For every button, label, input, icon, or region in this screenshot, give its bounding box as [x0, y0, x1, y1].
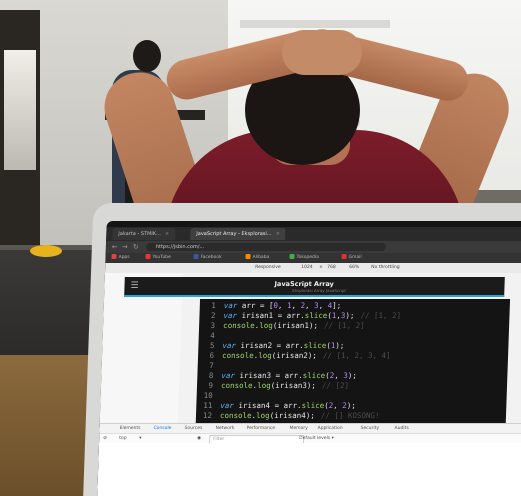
devtools-tab-memory[interactable]: Memory — [289, 425, 308, 433]
browser-tabstrip: Jakarta - STMIK... × JavaScript Array - E… — [106, 227, 521, 241]
bookmark-icon — [245, 254, 251, 259]
address-input[interactable]: https://jsbin.com/... — [145, 243, 387, 251]
bookmark-icon — [145, 254, 151, 259]
bookmark-icon — [289, 254, 295, 259]
projected-content — [240, 20, 390, 28]
page-title: JavaScript Array — [274, 280, 335, 288]
device-select[interactable]: Responsive — [255, 264, 281, 272]
console-output[interactable] — [96, 443, 521, 496]
log-levels-select[interactable]: Default levels ▾ — [299, 435, 334, 443]
bookmark-icon — [341, 254, 347, 259]
code-comment: // [1, 2, 3, 4] — [322, 351, 391, 360]
bookmark-item[interactable]: Tokopedia — [289, 254, 319, 262]
code-text: console.log(irisan2); — [221, 351, 318, 360]
code-text: var irisan2 = arr.slice(1); — [222, 341, 345, 350]
bookmarks-bar: Apps YouTube Facebook Alibaba Tokopedia … — [105, 253, 521, 263]
code-text: var arr = [0, 1, 2, 3, 4]; — [223, 301, 342, 310]
reload-icon[interactable]: ↻ — [133, 242, 139, 252]
clear-console-icon[interactable]: ⊘ — [103, 435, 107, 443]
bookmark-item[interactable]: Facebook — [193, 254, 222, 262]
devtools-tab-network[interactable]: Network — [215, 425, 234, 433]
code-editor[interactable]: 1 var arr = [0, 1, 2, 3, 4]; 2 var irisan1 … — [195, 299, 511, 423]
presenter-head — [133, 40, 161, 72]
bookmark-item[interactable]: Alibaba — [245, 254, 269, 262]
code-line[interactable]: 12 console.log(irisan4); // [] KOSONG! — [196, 410, 506, 421]
bookmark-icon — [193, 254, 199, 259]
browser-tab-2[interactable]: JavaScript Array - Eksplorasi... × — [190, 228, 287, 240]
tab-label: Jakarta - STMIK... — [118, 231, 161, 237]
code-comment: // [1, 2] — [323, 321, 365, 330]
bookmark-item[interactable]: Apps — [111, 254, 130, 262]
tab-label: JavaScript Array - Eksplorasi... — [196, 231, 272, 237]
floor-lamp — [30, 245, 62, 257]
code-comment: // [2] — [321, 381, 350, 390]
dimension-separator: × — [319, 265, 324, 270]
code-text: var irisan1 = arr.slice(1,3); — [223, 311, 355, 320]
code-comment: // [1, 2] — [360, 311, 402, 320]
bookmark-item[interactable]: YouTube — [145, 254, 171, 262]
room-door — [0, 10, 40, 250]
laptop-screen: Jakarta - STMIK... × JavaScript Array - E… — [96, 221, 521, 496]
door-window — [4, 50, 36, 170]
throttle-select[interactable]: No throttling — [371, 264, 400, 272]
device-toolbar: Responsive 1024 × 768 66% No throttling — [104, 263, 521, 273]
devtools-tab-security[interactable]: Security — [360, 425, 379, 433]
devtools-tab-audits[interactable]: Audits — [394, 425, 408, 433]
code-text: console.log(irisan4); — [219, 411, 315, 420]
close-icon[interactable]: × — [276, 231, 280, 237]
page-subtitle: Eksplorasi Array JavaScript — [292, 288, 347, 293]
bookmark-item[interactable]: Gmail — [341, 254, 362, 262]
chevron-down-icon[interactable]: ▾ — [139, 435, 142, 443]
devtools-tab-sources[interactable]: Sources — [184, 425, 202, 433]
zoom-select[interactable]: 66% — [349, 264, 359, 272]
address-bar-row: ← → ↻ https://jsbin.com/... — [105, 241, 521, 253]
code-comment: // [] KOSONG! — [320, 411, 380, 420]
code-text: var irisan3 = arr.slice(2, 3); — [221, 371, 358, 380]
code-text: console.log(irisan3); — [220, 381, 317, 390]
menu-icon[interactable]: ☰ — [130, 281, 138, 291]
height-field[interactable]: 768 — [327, 264, 336, 272]
forward-arrow-icon[interactable]: → — [122, 242, 128, 252]
photo-scene: Jakarta - STMIK... × JavaScript Array - E… — [0, 0, 521, 496]
devtools-tab-application[interactable]: Application — [317, 425, 342, 433]
person-clasped-hands — [282, 30, 362, 75]
devtools-tab-elements[interactable]: Elements — [119, 425, 140, 433]
code-text: console.log(irisan1); — [222, 321, 319, 330]
close-icon[interactable]: × — [165, 231, 169, 237]
back-arrow-icon[interactable]: ← — [112, 242, 118, 252]
browser-tab-1[interactable]: Jakarta - STMIK... × — [112, 228, 176, 240]
width-field[interactable]: 1024 — [301, 264, 313, 272]
header-accent-bar — [124, 295, 505, 297]
code-text: var irisan4 = arr.slice(2, 2); — [220, 401, 356, 410]
eye-icon[interactable]: ◉ — [197, 435, 201, 443]
bookmark-icon — [111, 254, 117, 259]
laptop: Jakarta - STMIK... × JavaScript Array - E… — [82, 203, 521, 496]
devtools-tab-performance[interactable]: Performance — [246, 425, 275, 433]
line-number: 12 — [202, 411, 213, 420]
page-viewport: ☰ JavaScript Array Eksplorasi Array Java… — [99, 273, 521, 423]
page-header: ☰ JavaScript Array Eksplorasi Array Java… — [124, 277, 505, 297]
context-select[interactable]: top — [119, 435, 127, 443]
